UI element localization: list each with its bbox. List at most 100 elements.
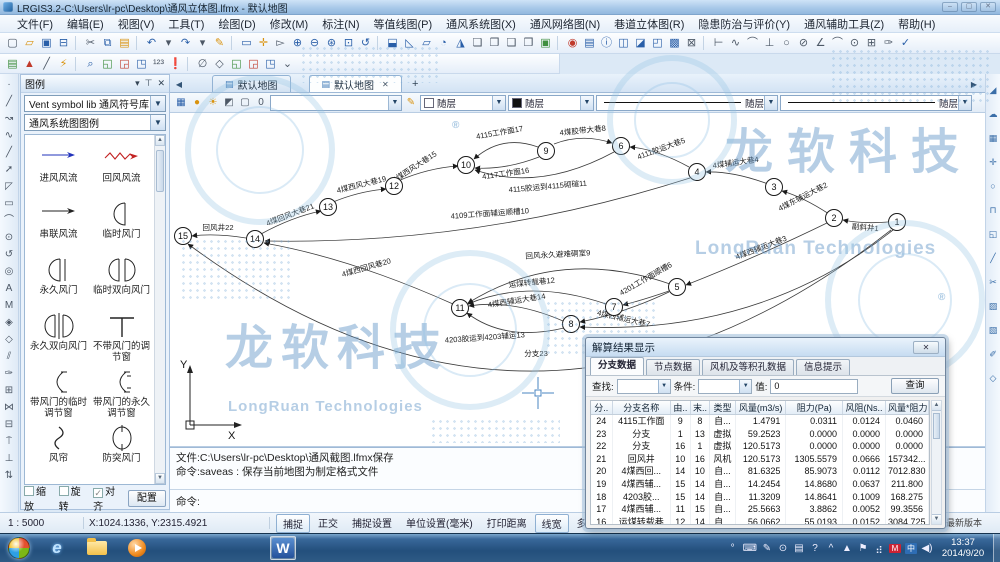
new-file-icon[interactable]: ▢ — [4, 35, 21, 51]
circle-tool-icon[interactable]: ○ — [778, 35, 795, 51]
help-icon[interactable]: ? — [809, 543, 821, 554]
text-a-tool-icon[interactable]: A — [2, 280, 17, 297]
column-header[interactable]: 风量*阻力 — [886, 401, 929, 414]
wave-tool-icon[interactable]: ∿ — [2, 127, 17, 144]
dropdown-arrow-icon[interactable]: ▼ — [764, 96, 777, 110]
menu-down-icon[interactable]: ▾ — [135, 78, 140, 89]
branch-data-table[interactable]: 分..分支名称由..末..类型风量(m3/s)阻力(Pa)风阻(Ns..风量*阻… — [590, 400, 930, 525]
zoom-actual-icon[interactable]: ⊡ — [340, 35, 357, 51]
volume-icon[interactable]: ◀) — [921, 543, 933, 554]
legend-category-select[interactable]: 通风系统图图例 ▼ — [24, 114, 166, 131]
paste-icon[interactable]: ▤ — [116, 35, 133, 51]
copy-icon[interactable]: ⧉ — [99, 35, 116, 51]
hatch-tool-icon[interactable]: ▨ — [987, 298, 1000, 322]
edge-4115工作面17[interactable] — [474, 143, 538, 159]
menu-item-13[interactable]: 通风辅助工具(Z) — [797, 14, 891, 34]
move-tool-icon[interactable]: ✛ — [987, 154, 1000, 178]
menu-item-10[interactable]: 通风网络图(N) — [523, 14, 607, 34]
zoom-window-icon[interactable]: ⊛ — [323, 35, 340, 51]
show-desktop-button[interactable] — [993, 534, 1000, 562]
anchor-tool-icon[interactable]: ⊥ — [761, 35, 778, 51]
color-select[interactable]: 随层▼ — [420, 95, 506, 111]
scroll-thumb[interactable] — [933, 413, 940, 439]
scroll-down-icon[interactable]: ▼ — [932, 514, 941, 524]
scissors-tool-icon[interactable]: ✂ — [987, 274, 1000, 298]
dropdown-arrow-icon[interactable]: ▼ — [739, 380, 751, 393]
start-button[interactable] — [8, 537, 30, 559]
table-scrollbar[interactable]: ▲ ▼ — [931, 400, 942, 525]
dialog-tab-3[interactable]: 风机及等积孔数据 — [702, 359, 794, 375]
menu-item-5[interactable]: 绘图(D) — [211, 14, 262, 34]
table-row[interactable]: 204煤西回...1410自...81.632585.90730.0112701… — [591, 465, 929, 478]
edge-回风井22[interactable] — [192, 235, 246, 238]
degree-icon[interactable]: ° — [727, 543, 739, 554]
menu-item-3[interactable]: 视图(V) — [111, 14, 162, 34]
add-region-icon[interactable]: ◱ — [228, 56, 245, 72]
undo-icon[interactable]: ↶ — [143, 35, 160, 51]
battery-tool-icon[interactable]: ▤ — [4, 56, 21, 72]
parallel-tool-icon[interactable]: ⫽ — [2, 348, 17, 365]
arc-tool-icon[interactable]: ⌒ — [2, 212, 17, 229]
block-grid-tool-icon[interactable]: ▦ — [987, 130, 1000, 154]
redo-icon[interactable]: ↷ — [177, 35, 194, 51]
angle-tool-icon[interactable]: ∠ — [812, 35, 829, 51]
pie-tool-icon[interactable]: ◔ — [435, 35, 452, 51]
pen-tool-icon[interactable]: ✑ — [880, 35, 897, 51]
node-remove-tool-icon[interactable]: ⊟ — [2, 416, 17, 433]
zoom-find-icon[interactable]: ⌕ — [82, 56, 99, 72]
dialog-title-bar[interactable]: 解算结果显示 ✕ — [586, 338, 945, 357]
corner-rect-tool-icon[interactable]: ◱ — [987, 226, 1000, 250]
line-tool-icon[interactable]: ╱ — [2, 93, 17, 110]
menu-item-12[interactable]: 隐患防治与评价(Y) — [691, 14, 797, 34]
dialog-tab-4[interactable]: 信息提示 — [796, 359, 850, 375]
tab-scroll-left-icon[interactable]: ◀ — [172, 77, 186, 92]
table-row[interactable]: 174煤西辅...1115自...25.56633.88620.005299.3… — [591, 503, 929, 516]
dropdown-arrow-icon[interactable]: ▼ — [658, 380, 670, 393]
menu-item-2[interactable]: 编辑(E) — [60, 14, 111, 34]
text-m-tool-icon[interactable]: M — [2, 297, 17, 314]
dialog-tab-1[interactable]: 分支数据 — [590, 357, 644, 375]
prism-tool-icon[interactable]: ◮ — [452, 35, 469, 51]
table-row[interactable]: 23分支113虚拟59.25230.00000.00000.0000 — [591, 428, 929, 441]
tag-tool-icon[interactable]: ◇ — [211, 56, 228, 72]
edge-4117工作面16[interactable] — [475, 157, 539, 168]
fill-color-select[interactable]: 随层▼ — [508, 95, 594, 111]
legend-symbol-arrow-blue[interactable]: 进风风流 — [27, 141, 90, 197]
legend-symbol-circle-door[interactable]: 防突风门 — [90, 421, 153, 477]
r-region-icon[interactable]: ◳ — [262, 56, 279, 72]
select-rect-icon[interactable]: ▭ — [238, 35, 255, 51]
status-button-打印距离[interactable]: 打印距离 — [481, 514, 533, 533]
table-row[interactable]: 184203胶...1514自...11.320914.86410.100916… — [591, 491, 929, 504]
corner-tool-icon[interactable]: ◸ — [2, 178, 17, 195]
edit-block-icon[interactable]: ◪ — [632, 35, 649, 51]
distance-tool-icon[interactable]: ⊢ — [710, 35, 727, 51]
import-block-icon[interactable]: ◰ — [649, 35, 666, 51]
region-select-icon[interactable]: ◳ — [133, 56, 150, 72]
polyline-tool-icon[interactable]: ↝ — [2, 110, 17, 127]
zero-line-icon[interactable]: ∅ — [194, 56, 211, 72]
tab-add-button[interactable]: + — [408, 77, 423, 92]
hatch-tool-icon[interactable]: ◈ — [2, 314, 17, 331]
find-select[interactable]: ▼ — [617, 379, 671, 394]
remove-select-icon[interactable]: ◲ — [116, 56, 133, 72]
table-row[interactable]: 244115工作面98自...1.47910.03110.01240.0460 — [591, 415, 929, 428]
dialog-close-button[interactable]: ✕ — [913, 341, 939, 354]
spline-tool-icon[interactable]: ∿ — [727, 35, 744, 51]
box-icon[interactable]: ▢ — [238, 95, 252, 111]
layer-select[interactable]: ▼ — [270, 95, 402, 111]
menu-item-1[interactable]: 文件(F) — [10, 14, 60, 34]
layer-group-icon[interactable]: ▦ — [174, 95, 188, 111]
table-row[interactable]: 22分支161虚拟120.51730.00000.00000.0000 — [591, 440, 929, 453]
segment-tool-icon[interactable]: ╱ — [2, 144, 17, 161]
pan-icon[interactable]: ✛ — [255, 35, 272, 51]
column-header[interactable]: 类型 — [710, 401, 735, 414]
close-icon[interactable]: ✕ — [157, 78, 165, 89]
delete-region-icon[interactable]: ◲ — [245, 56, 262, 72]
word-taskbar-icon[interactable]: W — [270, 536, 296, 560]
flag-icon[interactable]: ⚑ — [857, 543, 869, 554]
sun-icon[interactable]: ☀ — [206, 95, 220, 111]
layer-zero[interactable]: 0 — [254, 95, 268, 111]
target-icon[interactable]: ⊙ — [777, 543, 789, 554]
legend-symbol-arrow-red-wavy[interactable]: 回风风流 — [90, 141, 153, 197]
menu-item-8[interactable]: 等值线图(P) — [367, 14, 440, 34]
